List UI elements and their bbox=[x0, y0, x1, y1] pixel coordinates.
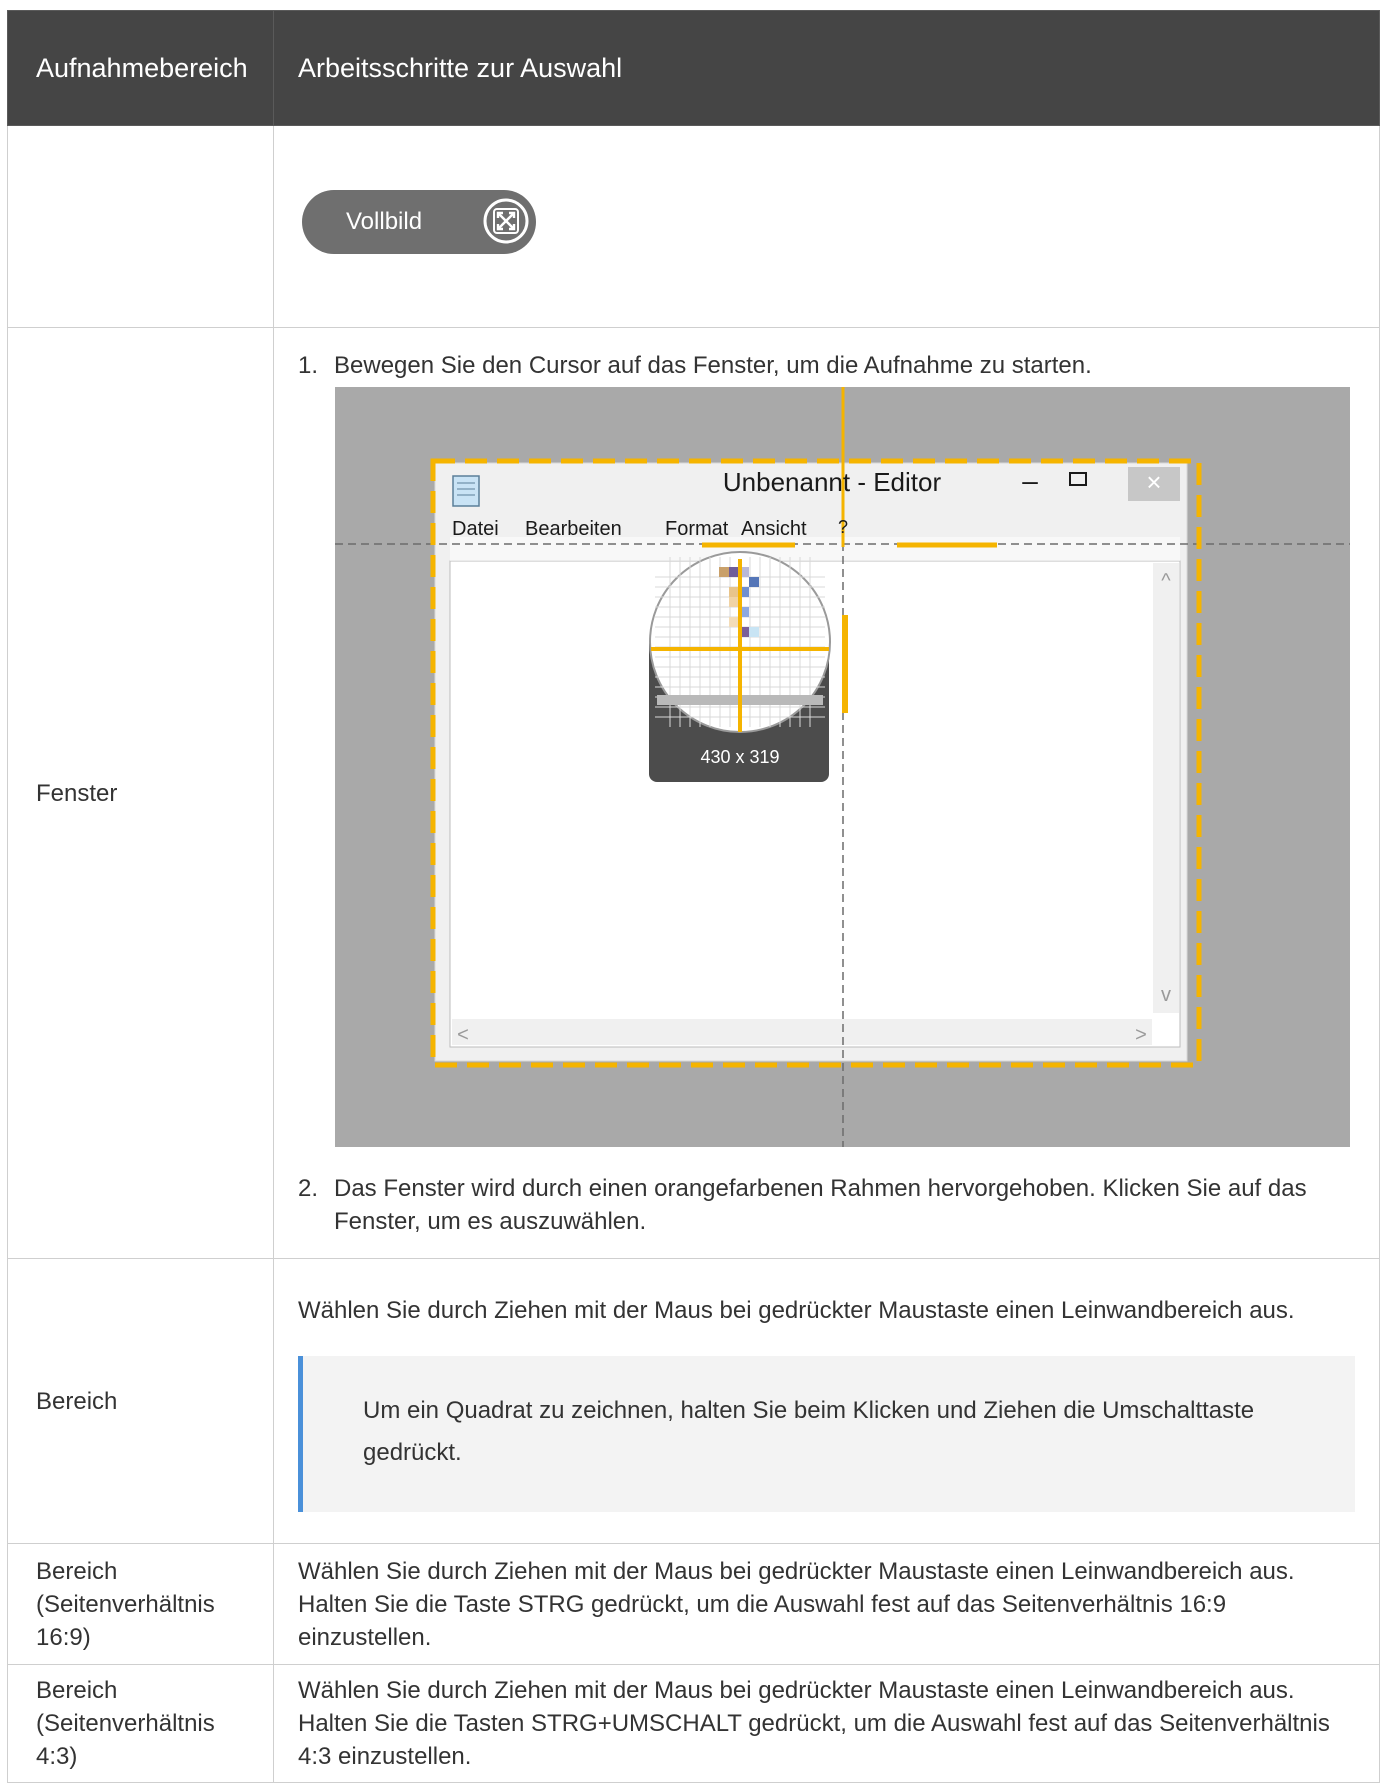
area-description: Wählen Sie durch Ziehen mit der Maus bei… bbox=[298, 1297, 1295, 1324]
menu-item-format: Format bbox=[665, 518, 729, 540]
note-box: Um ein Quadrat zu zeichnen, halten Sie b… bbox=[298, 1356, 1355, 1512]
header-capture-area: Aufnahmebereich bbox=[7, 10, 274, 126]
scroll-up-icon: ^ bbox=[1161, 570, 1171, 592]
cell-steps-fullscreen: Vollbild bbox=[273, 125, 1380, 328]
step-text: Das Fenster wird durch einen orangefarbe… bbox=[334, 1174, 1307, 1235]
window-steps-list: 1. Bewegen Sie den Cursor auf das Fenste… bbox=[274, 349, 1379, 382]
cell-area-ratio-4-3: Bereich (Seitenverhältnis 4:3) bbox=[7, 1664, 274, 1783]
fullscreen-button-label: Vollbild bbox=[346, 208, 423, 235]
cell-steps-ratio-4-3: Wählen Sie durch Ziehen mit der Maus bei… bbox=[273, 1664, 1380, 1783]
minimize-icon: – bbox=[1022, 465, 1038, 496]
cell-area-window: Fenster bbox=[7, 327, 274, 1259]
menu-item-bearbeiten: Bearbeiten bbox=[525, 518, 622, 540]
table-row-fullscreen: Vollbild bbox=[7, 125, 1380, 328]
window-capture-screenshot: 430 x 319 Unbenannt - Editor – × Datei B… bbox=[335, 386, 1350, 1147]
table-row-ratio-16-9: Bereich (Seitenverhältnis 16:9) Wählen S… bbox=[7, 1543, 1380, 1665]
fullscreen-button-image: Vollbild bbox=[298, 187, 540, 257]
magnifier-size-label: 430 x 319 bbox=[700, 747, 779, 767]
header-steps: Arbeitsschritte zur Auswahl bbox=[273, 10, 1380, 126]
table-row-area: Bereich Wählen Sie durch Ziehen mit der … bbox=[7, 1258, 1380, 1544]
cell-area-fullscreen bbox=[7, 125, 274, 328]
list-item: 2. Das Fenster wird durch einen orangefa… bbox=[274, 1172, 1379, 1238]
table-row-window: Fenster 1. Bewegen Sie den Cursor auf da… bbox=[7, 327, 1380, 1259]
list-item: 1. Bewegen Sie den Cursor auf das Fenste… bbox=[274, 349, 1379, 382]
menu-item-help: ? bbox=[838, 517, 848, 537]
scroll-down-icon: v bbox=[1161, 984, 1171, 1006]
magnifier-loupe: 430 x 319 bbox=[649, 550, 831, 782]
window-steps-list-2: 2. Das Fenster wird durch einen orangefa… bbox=[274, 1172, 1379, 1238]
scroll-left-icon: < bbox=[457, 1024, 469, 1046]
close-icon: × bbox=[1146, 467, 1161, 497]
table-header-row: Aufnahmebereich Arbeitsschritte zur Ausw… bbox=[7, 10, 1380, 126]
cell-steps-ratio-16-9: Wählen Sie durch Ziehen mit der Maus bei… bbox=[273, 1543, 1380, 1665]
cell-area-area: Bereich bbox=[7, 1258, 274, 1544]
table-row-ratio-4-3: Bereich (Seitenverhältnis 4:3) Wählen Si… bbox=[7, 1664, 1380, 1783]
window-title: Unbenannt - Editor bbox=[723, 467, 942, 497]
menu-item-ansicht: Ansicht bbox=[741, 518, 807, 540]
expand-arrows-icon bbox=[483, 198, 529, 244]
capture-area-table: Aufnahmebereich Arbeitsschritte zur Ausw… bbox=[7, 10, 1380, 1783]
screenshot-canvas: 430 x 319 Unbenannt - Editor – × Datei B… bbox=[335, 386, 1350, 1147]
cell-steps-area: Wählen Sie durch Ziehen mit der Maus bei… bbox=[273, 1258, 1380, 1544]
step-number: 2. bbox=[298, 1174, 319, 1202]
step-text: Bewegen Sie den Cursor auf das Fenster, … bbox=[334, 351, 1092, 379]
cell-steps-window: 1. Bewegen Sie den Cursor auf das Fenste… bbox=[273, 327, 1380, 1259]
scroll-right-icon: > bbox=[1135, 1024, 1147, 1046]
fullscreen-button[interactable]: Vollbild bbox=[302, 190, 536, 254]
step-number: 1. bbox=[298, 351, 319, 379]
cell-area-ratio-16-9: Bereich (Seitenverhältnis 16:9) bbox=[7, 1543, 274, 1665]
menu-item-datei: Datei bbox=[452, 518, 499, 540]
